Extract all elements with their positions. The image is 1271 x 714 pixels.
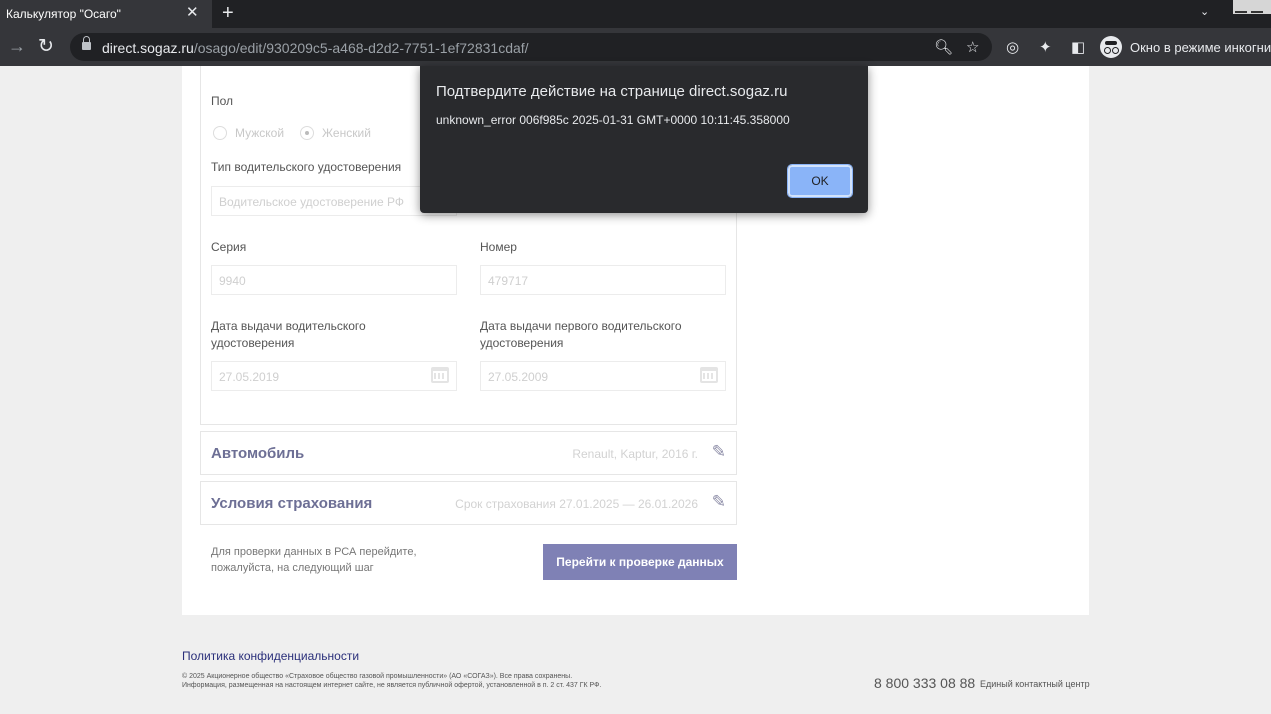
- go-to-data-check-button[interactable]: Перейти к проверке данных: [543, 544, 737, 580]
- address-bar[interactable]: direct.sogaz.ru/osago/edit/930209c5-a468…: [70, 33, 992, 61]
- car-section-title: Автомобиль: [211, 445, 305, 462]
- translate-globe-icon[interactable]: ◎: [1006, 38, 1019, 56]
- extensions-puzzle-icon[interactable]: ✦: [1039, 38, 1052, 56]
- ok-button[interactable]: OK: [787, 164, 853, 198]
- gender-female-radio[interactable]: [300, 126, 314, 140]
- issue-date-value: 27.05.2019: [219, 370, 280, 384]
- minimize-icon[interactable]: [1235, 1, 1247, 13]
- calendar-icon[interactable]: [431, 367, 449, 383]
- dialog-title: Подтвердите действие на странице direct.…: [436, 83, 788, 100]
- url-text[interactable]: direct.sogaz.ru/osago/edit/930209c5-a468…: [102, 40, 529, 56]
- tab-search-chevron-icon[interactable]: ⌄: [1200, 5, 1209, 18]
- gender-male-label[interactable]: Мужской: [235, 126, 284, 140]
- legal-notice: © 2025 Акционерное общество «Страховое о…: [182, 672, 601, 690]
- license-type-label: Тип водительского удостоверения: [211, 160, 402, 174]
- gender-male-radio[interactable]: [213, 126, 227, 140]
- number-input[interactable]: 479717: [480, 265, 726, 295]
- side-panel-icon[interactable]: ◧: [1071, 38, 1085, 56]
- next-step-hint: Для проверки данных в РСА перейдите, пож…: [211, 546, 417, 574]
- first-issue-date-input[interactable]: 27.05.2009: [480, 361, 726, 391]
- incognito-icon[interactable]: [1100, 36, 1122, 58]
- terms-section-summary: Срок страхования 27.01.2025 — 26.01.2026: [455, 497, 698, 511]
- issue-date-input[interactable]: 27.05.2019: [211, 361, 457, 391]
- gender-female-label[interactable]: Женский: [322, 126, 371, 140]
- legal-line-2: Информация, размещенная на настоящем инт…: [182, 682, 602, 689]
- contact-center-label: Единый контактный центр: [980, 679, 1090, 689]
- forward-arrow-icon[interactable]: →: [8, 36, 26, 57]
- url-path: /osago/edit/930209c5-a468-d2d2-7751-1ef7…: [193, 40, 529, 56]
- dialog-message: unknown_error 006f985c 2025-01-31 GMT+00…: [436, 113, 790, 127]
- maximize-icon[interactable]: [1251, 1, 1263, 13]
- issue-date-label: Дата выдачи водительского удостоверения: [211, 319, 366, 350]
- incognito-label[interactable]: Окно в режиме инкогнито: [1130, 40, 1271, 55]
- first-issue-date-value: 27.05.2009: [488, 370, 549, 384]
- terms-section-title: Условия страхования: [211, 495, 373, 512]
- edit-pencil-icon[interactable]: ✎: [712, 492, 726, 512]
- edit-pencil-icon[interactable]: ✎: [712, 442, 726, 462]
- car-section-summary: Renault, Kaptur, 2016 г.: [572, 447, 698, 461]
- car-section[interactable]: Автомобиль Renault, Kaptur, 2016 г. ✎: [200, 431, 737, 475]
- series-input[interactable]: 9940: [211, 265, 457, 295]
- calendar-icon[interactable]: [700, 367, 718, 383]
- window-controls: [1233, 0, 1271, 14]
- terms-section[interactable]: Условия страхования Срок страхования 27.…: [200, 481, 737, 525]
- reload-icon[interactable]: ↻: [38, 35, 54, 58]
- series-label: Серия: [211, 240, 247, 254]
- tab-title: Калькулятор "Осаго": [6, 7, 121, 21]
- bookmark-star-icon[interactable]: ☆: [966, 38, 979, 56]
- privacy-policy-link[interactable]: Политика конфиденциальности: [182, 649, 359, 663]
- zoom-icon[interactable]: 🔍︎: [934, 38, 953, 56]
- new-tab-icon[interactable]: +: [222, 2, 234, 24]
- browser-tab[interactable]: Калькулятор "Осаго" ✕: [0, 0, 212, 28]
- gender-label: Пол: [211, 94, 234, 108]
- browser-toolbar: → ↻ direct.sogaz.ru/osago/edit/930209c5-…: [0, 28, 1271, 66]
- browser-tab-bar: Калькулятор "Осаго" ✕ + ⌄: [0, 0, 1271, 28]
- url-host: direct.sogaz.ru: [102, 40, 194, 56]
- number-label: Номер: [480, 240, 517, 254]
- lock-icon[interactable]: [82, 36, 91, 51]
- legal-line-1: © 2025 Акционерное общество «Страховое о…: [182, 673, 573, 680]
- tab-close-icon[interactable]: ✕: [186, 4, 200, 22]
- first-issue-date-label: Дата выдачи первого водительского удосто…: [480, 319, 682, 350]
- confirm-dialog: Подтвердите действие на странице direct.…: [420, 66, 868, 213]
- contact-phone[interactable]: 8 800 333 08 88: [874, 675, 975, 691]
